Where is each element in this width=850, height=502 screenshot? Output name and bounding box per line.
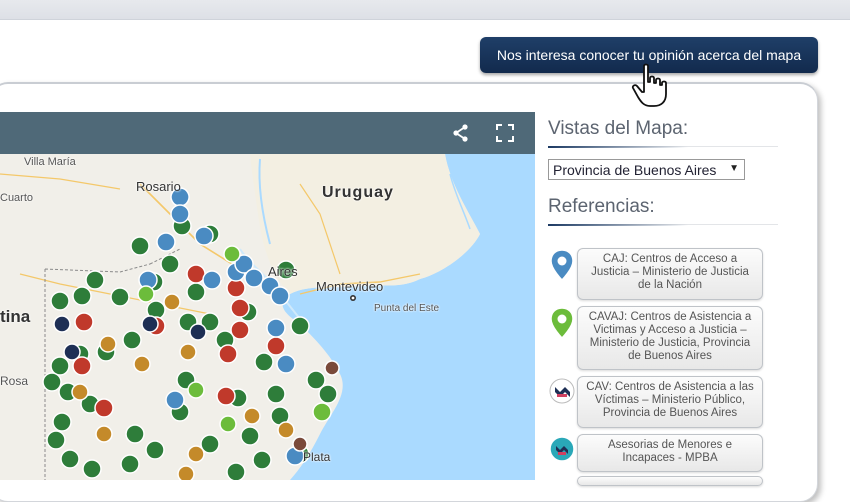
- views-title: Vistas del Mapa:: [548, 118, 778, 148]
- map-label-rosario: Rosario: [136, 179, 181, 194]
- cav-badge-icon: [548, 376, 576, 410]
- reference-cavaj-label: CAVAJ: Centros de Asistencia a Victimas …: [577, 306, 763, 370]
- map-label-rosa: Rosa: [0, 374, 29, 388]
- cavaj-pin-icon: [548, 306, 576, 340]
- map-base: [0, 154, 535, 480]
- reference-cav-label: CAV: Centros de Asistencia a las Víctima…: [577, 376, 763, 428]
- map-label-montevideo: Montevideo: [316, 279, 384, 294]
- sidebar: Vistas del Mapa: Provincia de Buenos Air…: [548, 118, 778, 226]
- map-panel: Villa María Cuarto Rosario Uruguay Aires…: [0, 112, 535, 480]
- chevron-down-icon: ▼: [729, 163, 739, 174]
- reference-caj-label: CAJ: Centros de Acceso a Justicia – Mini…: [577, 248, 763, 300]
- hand-cursor-icon: [628, 62, 672, 108]
- map-label-punta-del-este: Punta del Este: [374, 303, 440, 314]
- asesorias-badge-icon: [548, 434, 576, 468]
- map-label-villa-maria: Villa María: [24, 156, 76, 168]
- map-label-aires: Aires: [268, 264, 298, 279]
- map-label-cuarto: Cuarto: [0, 192, 34, 204]
- caj-pin-icon: [548, 248, 576, 282]
- map-label-uruguay: Uruguay: [322, 184, 394, 201]
- browser-top-bar: [0, 0, 850, 20]
- province-select[interactable]: Provincia de Buenos Aires ▼: [548, 159, 745, 180]
- map-label-tina: tina: [0, 307, 31, 326]
- references-title: Referencias:: [548, 196, 778, 226]
- reference-asesorias-label: Asesorias de Menores e Incapaces - MPBA: [577, 434, 763, 472]
- fullscreen-icon[interactable]: [494, 122, 516, 144]
- map-canvas[interactable]: Villa María Cuarto Rosario Uruguay Aires…: [0, 154, 535, 480]
- map-toolbar: [0, 112, 535, 154]
- province-select-value: Provincia de Buenos Aires: [553, 162, 717, 178]
- share-icon[interactable]: [450, 122, 472, 144]
- reference-next-partial: [548, 476, 764, 486]
- map-label-plata: Plata: [303, 450, 331, 464]
